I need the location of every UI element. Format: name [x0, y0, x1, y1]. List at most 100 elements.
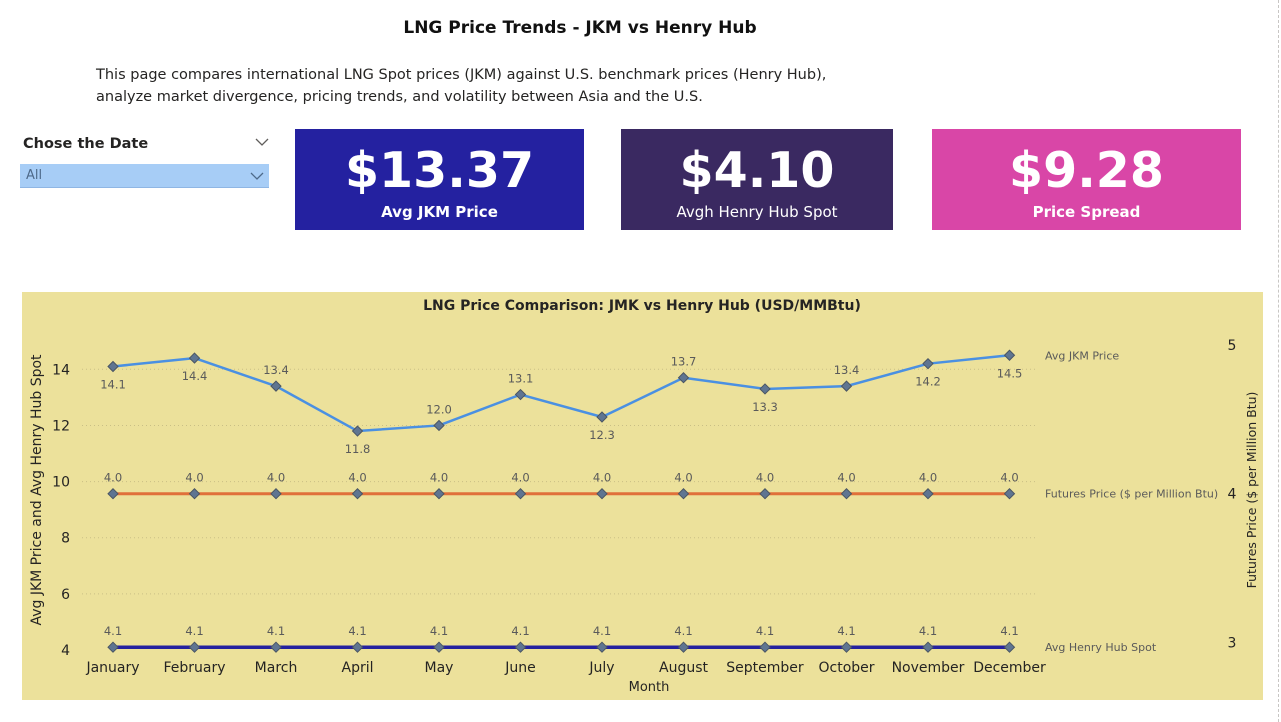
y-tick-label: 4: [61, 643, 70, 659]
data-label: 4.1: [511, 624, 529, 638]
data-point: [433, 488, 445, 500]
x-tick-label: November: [892, 660, 965, 676]
avg-henry-hub-card: $4.10 Avgh Henry Hub Spot: [621, 129, 893, 230]
legend-entry: Avg JKM Price: [1045, 349, 1119, 362]
y2-tick-label: 5: [1228, 338, 1237, 354]
date-slicer[interactable]: Chose the Date All: [20, 132, 270, 190]
data-point: [677, 372, 690, 384]
data-point: [922, 641, 934, 653]
data-label: 12.3: [589, 428, 615, 442]
data-point: [270, 380, 282, 392]
card-label: Avg JKM Price: [381, 203, 498, 221]
y2-axis-title: Futures Price ($ per Million Btu): [1244, 392, 1259, 589]
x-tick-label: March: [255, 660, 298, 676]
data-point: [1003, 488, 1016, 500]
data-point: [270, 641, 282, 653]
x-tick-label: September: [726, 660, 804, 676]
data-point: [1003, 349, 1016, 361]
data-point: [596, 488, 608, 500]
data-label: 4.0: [756, 471, 774, 485]
data-point: [922, 488, 934, 500]
data-label: 4.1: [348, 624, 366, 638]
data-label: 14.2: [915, 375, 941, 389]
data-point: [514, 641, 527, 653]
slicer-title: Chose the Date: [23, 136, 149, 152]
x-tick-label: February: [163, 660, 225, 676]
data-label: 13.1: [508, 372, 534, 386]
y-tick-label: 10: [52, 475, 70, 491]
avg-jkm-card: $13.37 Avg JKM Price: [295, 129, 584, 230]
data-point: [840, 488, 853, 500]
chevron-down-icon[interactable]: [249, 168, 265, 184]
chart-title: LNG Price Comparison: JMK vs Henry Hub (…: [423, 298, 861, 314]
data-label: 4.0: [674, 471, 692, 485]
data-label: 4.0: [267, 471, 285, 485]
data-point: [759, 488, 771, 500]
data-point: [677, 488, 690, 500]
card-label: Avgh Henry Hub Spot: [676, 203, 838, 221]
x-tick-label: June: [504, 660, 536, 676]
data-label: 4.1: [674, 624, 692, 638]
data-point: [351, 641, 364, 653]
data-point: [840, 380, 853, 392]
y-tick-label: 8: [61, 531, 70, 547]
series-line: [112, 354, 1010, 433]
data-label: 13.3: [752, 400, 778, 414]
data-point: [840, 641, 853, 653]
y-tick-label: 14: [52, 362, 70, 378]
price-comparison-chart: LNG Price Comparison: JMK vs Henry Hub (…: [22, 292, 1263, 700]
legend-entry: Futures Price ($ per Million Btu): [1045, 488, 1218, 501]
chevron-down-icon[interactable]: [254, 134, 270, 150]
data-point: [596, 641, 608, 653]
dropdown-selected-value: All: [26, 168, 43, 183]
data-point: [514, 388, 527, 401]
x-tick-label: May: [425, 660, 454, 676]
data-point: [270, 488, 282, 500]
data-point: [433, 419, 445, 432]
data-point: [351, 488, 364, 500]
data-label: 4.1: [430, 624, 448, 638]
data-label: 4.0: [185, 471, 203, 485]
x-tick-label: January: [85, 660, 139, 676]
data-point: [351, 425, 364, 437]
data-label: 4.1: [837, 624, 855, 638]
data-point: [188, 352, 201, 364]
x-tick-label: August: [659, 660, 709, 676]
data-label: 14.4: [182, 369, 208, 383]
data-point: [433, 641, 445, 653]
data-point: [514, 488, 527, 500]
data-label: 4.0: [511, 471, 529, 485]
data-label: 14.1: [100, 377, 126, 391]
x-tick-label: July: [588, 660, 614, 676]
x-tick-label: April: [342, 660, 374, 676]
data-label: 12.0: [426, 402, 452, 416]
card-value: $9.28: [1009, 142, 1164, 199]
y-tick-label: 12: [52, 418, 70, 434]
data-label: 4.0: [919, 471, 937, 485]
data-label: 4.0: [837, 471, 855, 485]
price-spread-card: $9.28 Price Spread: [932, 129, 1241, 230]
data-label: 4.0: [1000, 471, 1018, 485]
data-label: 11.8: [345, 442, 371, 456]
description-line-2: analyze market divergence, pricing trend…: [96, 89, 703, 105]
data-label: 13.4: [834, 363, 860, 377]
description-line-1: This page compares international LNG Spo…: [96, 67, 827, 83]
card-value: $13.37: [344, 142, 535, 199]
y-axis-title: Avg JKM Price and Avg Henry Hub Spot: [29, 354, 45, 626]
data-label: 4.1: [104, 624, 122, 638]
data-label: 14.5: [997, 366, 1023, 380]
page-border: [1278, 0, 1279, 722]
y-tick-label: 6: [61, 587, 70, 603]
card-label: Price Spread: [1032, 203, 1141, 221]
data-point: [188, 488, 201, 500]
page-title: LNG Price Trends - JKM vs Henry Hub: [403, 18, 757, 38]
data-point: [1003, 641, 1016, 653]
data-point: [188, 641, 201, 653]
date-dropdown[interactable]: All: [20, 164, 269, 188]
data-point: [922, 357, 934, 370]
data-point: [759, 383, 771, 395]
y2-tick-label: 4: [1228, 487, 1237, 503]
x-tick-label: December: [973, 660, 1046, 676]
data-label: 4.0: [348, 471, 366, 485]
page-description: This page compares international LNG Spo…: [96, 64, 856, 108]
